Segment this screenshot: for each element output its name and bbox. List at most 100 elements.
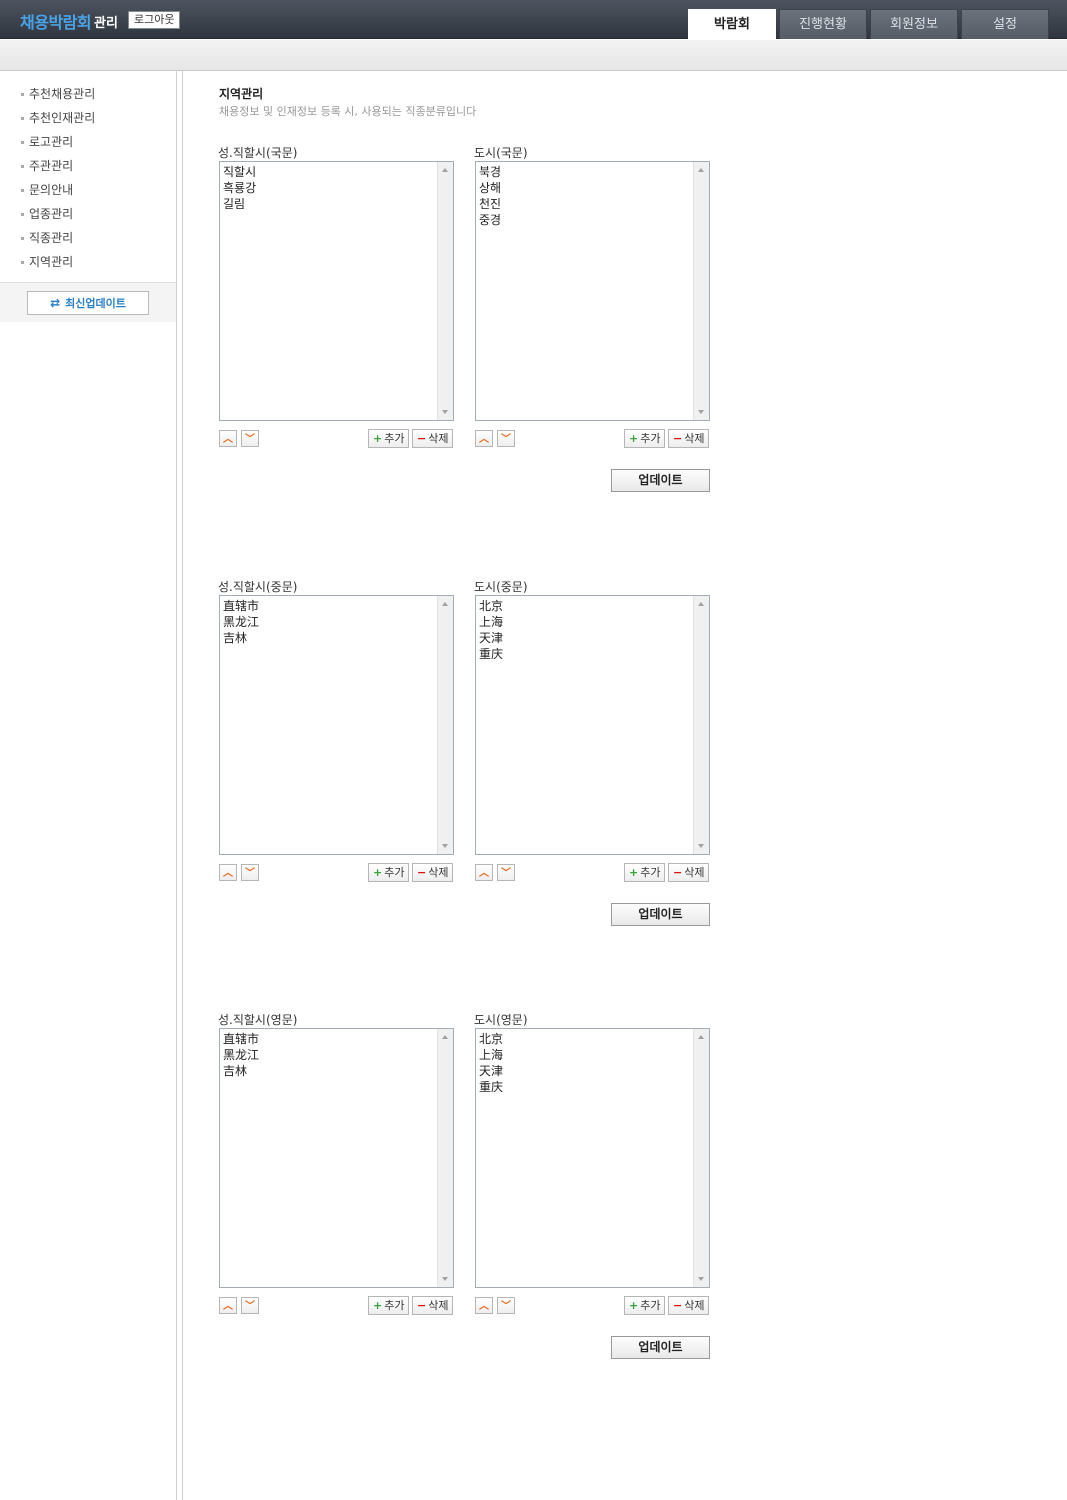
list-option[interactable]: 천진 <box>479 196 706 212</box>
list-option[interactable]: 北京 <box>479 1031 706 1047</box>
region-listbox[interactable]: 直辖市 黑龙江 吉林 <box>219 1028 454 1288</box>
tab-members[interactable]: 회원정보 <box>870 9 958 39</box>
list-option[interactable]: 直辖市 <box>223 1031 450 1047</box>
move-up-button[interactable]: ︿ <box>475 864 493 881</box>
tab-expo[interactable]: 박람회 <box>688 9 776 39</box>
list-option[interactable]: 上海 <box>479 614 706 630</box>
add-button[interactable]: + 추가 <box>368 863 410 882</box>
scrollbar[interactable] <box>693 162 709 420</box>
scroll-up-arrow-icon[interactable] <box>698 602 704 606</box>
list-option[interactable]: 北京 <box>479 598 706 614</box>
scroll-down-arrow-icon[interactable] <box>442 410 448 414</box>
list-option[interactable]: 직할시 <box>223 164 450 180</box>
sidebar-item-recommended-talent[interactable]: 추천인재관리 <box>0 108 176 132</box>
scrollbar[interactable] <box>437 162 453 420</box>
add-label: 추가 <box>384 866 405 879</box>
list-option[interactable]: 天津 <box>479 1063 706 1079</box>
move-down-button[interactable]: ﹀ <box>497 1297 515 1314</box>
list-option[interactable]: 重庆 <box>479 646 706 662</box>
move-up-button[interactable]: ︿ <box>475 430 493 447</box>
move-up-button[interactable]: ︿ <box>219 1297 237 1314</box>
region-section: 성.직할시(중문) 直辖市 黑龙江 吉林 ︿ ﹀ + 추가 − 삭제 도시(중문) 北京… <box>218 578 718 938</box>
list-controls: ︿ ﹀ + 추가 − 삭제 <box>219 862 454 882</box>
region-listbox[interactable]: 직할시 흑룡강 길림 <box>219 161 454 421</box>
delete-button[interactable]: − 삭제 <box>412 429 454 448</box>
list-option[interactable]: 重庆 <box>479 1079 706 1095</box>
delete-label: 삭제 <box>684 432 705 445</box>
brand-title[interactable]: 채용박람회 <box>20 9 92 33</box>
list-option[interactable]: 북경 <box>479 164 706 180</box>
list-option[interactable]: 直辖市 <box>223 598 450 614</box>
sidebar-item-region[interactable]: 지역관리 <box>0 252 176 276</box>
region-listbox[interactable]: 北京 上海 天津 重庆 <box>475 595 710 855</box>
delete-button[interactable]: − 삭제 <box>668 863 710 882</box>
tab-settings[interactable]: 설정 <box>961 9 1049 39</box>
option-list: 北京 上海 天津 重庆 <box>476 596 709 664</box>
scrollbar[interactable] <box>693 1029 709 1287</box>
add-button[interactable]: + 추가 <box>368 429 410 448</box>
latest-update-button[interactable]: ⇄ 최신업데이트 <box>27 291 149 315</box>
move-down-button[interactable]: ﹀ <box>241 430 259 447</box>
update-button[interactable]: 업데이트 <box>611 903 710 926</box>
panel-label: 도시(중문) <box>474 580 528 594</box>
add-button[interactable]: + 추가 <box>624 1296 666 1315</box>
scrollbar[interactable] <box>693 596 709 854</box>
delete-button[interactable]: − 삭제 <box>412 863 454 882</box>
scroll-up-arrow-icon[interactable] <box>698 1035 704 1039</box>
sidebar-item-occupation[interactable]: 직종관리 <box>0 228 176 252</box>
scroll-down-arrow-icon[interactable] <box>442 1277 448 1281</box>
region-listbox[interactable]: 直辖市 黑龙江 吉林 <box>219 595 454 855</box>
list-controls: ︿ ﹀ + 추가 − 삭제 <box>475 428 710 448</box>
list-option[interactable]: 흑룡강 <box>223 180 450 196</box>
delete-button[interactable]: − 삭제 <box>668 429 710 448</box>
chevron-down-icon: ﹀ <box>245 434 255 445</box>
list-option[interactable]: 길림 <box>223 196 450 212</box>
scroll-up-arrow-icon[interactable] <box>442 602 448 606</box>
option-list: 直辖市 黑龙江 吉林 <box>220 1029 453 1081</box>
list-option[interactable]: 중경 <box>479 212 706 228</box>
scrollbar[interactable] <box>437 1029 453 1287</box>
delete-button[interactable]: − 삭제 <box>668 1296 710 1315</box>
scroll-up-arrow-icon[interactable] <box>442 168 448 172</box>
minus-icon: − <box>673 1299 683 1312</box>
sidebar-item-recommended-jobs[interactable]: 추천채용관리 <box>0 84 176 108</box>
move-up-button[interactable]: ︿ <box>475 1297 493 1314</box>
list-option[interactable]: 黑龙江 <box>223 614 450 630</box>
region-listbox[interactable]: 北京 上海 天津 重庆 <box>475 1028 710 1288</box>
move-down-button[interactable]: ﹀ <box>497 864 515 881</box>
update-button[interactable]: 업데이트 <box>611 1336 710 1359</box>
move-down-button[interactable]: ﹀ <box>497 430 515 447</box>
sidebar-item-host[interactable]: 주관관리 <box>0 156 176 180</box>
sidebar-divider <box>177 71 183 1500</box>
list-option[interactable]: 吉林 <box>223 1063 450 1079</box>
list-option[interactable]: 天津 <box>479 630 706 646</box>
sidebar-item-inquiry[interactable]: 문의안내 <box>0 180 176 204</box>
scrollbar[interactable] <box>437 596 453 854</box>
tab-progress[interactable]: 진행현황 <box>779 9 867 39</box>
list-option[interactable]: 吉林 <box>223 630 450 646</box>
move-up-button[interactable]: ︿ <box>219 864 237 881</box>
update-button[interactable]: 업데이트 <box>611 469 710 492</box>
sidebar-item-logo[interactable]: 로고관리 <box>0 132 176 156</box>
scroll-down-arrow-icon[interactable] <box>442 844 448 848</box>
refresh-icon: ⇄ <box>50 296 61 310</box>
add-button[interactable]: + 추가 <box>624 429 666 448</box>
move-down-button[interactable]: ﹀ <box>241 864 259 881</box>
add-button[interactable]: + 추가 <box>624 863 666 882</box>
top-header: 채용박람회 관리 로그아웃 박람회 진행현황 회원정보 설정 <box>0 0 1067 39</box>
move-up-button[interactable]: ︿ <box>219 430 237 447</box>
logout-button[interactable]: 로그아웃 <box>128 11 181 29</box>
region-listbox[interactable]: 북경 상해 천진 중경 <box>475 161 710 421</box>
list-option[interactable]: 上海 <box>479 1047 706 1063</box>
scroll-down-arrow-icon[interactable] <box>698 1277 704 1281</box>
scroll-down-arrow-icon[interactable] <box>698 410 704 414</box>
list-option[interactable]: 상해 <box>479 180 706 196</box>
scroll-up-arrow-icon[interactable] <box>442 1035 448 1039</box>
delete-button[interactable]: − 삭제 <box>412 1296 454 1315</box>
scroll-up-arrow-icon[interactable] <box>698 168 704 172</box>
scroll-down-arrow-icon[interactable] <box>698 844 704 848</box>
sidebar-item-industry[interactable]: 업종관리 <box>0 204 176 228</box>
add-button[interactable]: + 추가 <box>368 1296 410 1315</box>
move-down-button[interactable]: ﹀ <box>241 1297 259 1314</box>
list-option[interactable]: 黑龙江 <box>223 1047 450 1063</box>
